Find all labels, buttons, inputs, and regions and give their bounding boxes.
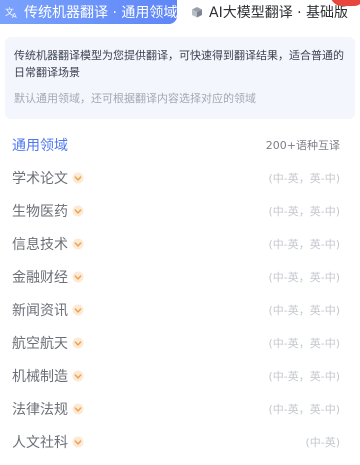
vip-badge-icon (72, 205, 84, 217)
domain-language-pairs: 200+语种互译 (265, 138, 340, 152)
domain-row[interactable]: 机械制造 (中-英，英-中) (0, 359, 360, 392)
description-panel: 传统机器翻译模型为您提供翻译，可快速得到翻译结果，适合普通的日常翻译场景 默认通… (5, 37, 355, 119)
domain-name: 信息技术 (12, 236, 68, 253)
vip-badge-icon (72, 238, 84, 250)
domain-row-left: 机械制造 (12, 366, 84, 386)
translate-icon: 文 A (5, 5, 19, 19)
domain-language-pairs: (中-英，英-中) (268, 204, 340, 218)
mode-tabs: 文 A 传统机器翻译 · 通用领域 AI大模型翻译 · 基础版 (0, 0, 360, 32)
vip-badge-icon (72, 370, 84, 382)
tab-traditional-translation[interactable]: 文 A 传统机器翻译 · 通用领域 (0, 0, 177, 24)
cube-icon (190, 5, 204, 19)
domain-row[interactable]: 法律法规 (中-英，英-中) (0, 392, 360, 425)
tab-traditional-label: 传统机器翻译 · 通用领域 (24, 5, 178, 21)
vip-badge-icon (72, 304, 84, 316)
description-hint: 默认通用领域，还可根据翻译内容选择对应的领域 (14, 92, 256, 105)
vip-badge-icon (72, 172, 84, 184)
domain-row[interactable]: 生物医药 (中-英，英-中) (0, 194, 360, 227)
domain-row-left: 新闻资讯 (12, 300, 84, 320)
domain-name: 金融财经 (12, 269, 68, 286)
domain-name: 新闻资讯 (12, 302, 68, 319)
domain-name: 学术论文 (12, 170, 68, 187)
vip-badge-icon (72, 436, 84, 448)
domain-language-pairs: (中-英，英-中) (268, 336, 340, 350)
domain-row[interactable]: 新闻资讯 (中-英，英-中) (0, 293, 360, 326)
domain-row-left: 生物医药 (12, 201, 84, 221)
domain-name: 通用领域 (12, 137, 68, 154)
translation-domain-panel: 文 A 传统机器翻译 · 通用领域 AI大模型翻译 · 基础版 传统机器翻译模型… (0, 0, 360, 465)
domain-row-left: 法律法规 (12, 399, 84, 419)
vip-badge-icon (72, 271, 84, 283)
domain-name: 机械制造 (12, 368, 68, 385)
svg-text:A: A (12, 13, 17, 19)
domain-row[interactable]: 通用领域 200+语种互译 (0, 128, 360, 161)
domain-row[interactable]: 人文社科 (中-英) (0, 425, 360, 458)
domain-row[interactable]: 学术论文 (中-英，英-中) (0, 161, 360, 194)
domain-row[interactable]: 航空航天 (中-英，英-中) (0, 326, 360, 359)
domain-row-left: 金融财经 (12, 267, 84, 287)
domain-language-pairs: (中-英，英-中) (268, 171, 340, 185)
domain-language-pairs: (中-英，英-中) (268, 237, 340, 251)
domain-row-left: 通用领域 (12, 135, 68, 155)
domain-row-left: 信息技术 (12, 234, 84, 254)
domain-language-pairs: (中-英，英-中) (268, 369, 340, 383)
description-text: 传统机器翻译模型为您提供翻译，可快速得到翻译结果，适合普通的日常翻译场景 (14, 49, 344, 79)
domain-language-pairs: (中-英，英-中) (268, 270, 340, 284)
domain-name: 法律法规 (12, 401, 68, 418)
domain-name: 航空航天 (12, 335, 68, 352)
domain-row[interactable]: 金融财经 (中-英，英-中) (0, 260, 360, 293)
domain-language-pairs: (中-英，英-中) (268, 303, 340, 317)
domain-row-left: 学术论文 (12, 168, 84, 188)
vip-badge-icon (72, 403, 84, 415)
domain-row[interactable]: 信息技术 (中-英，英-中) (0, 227, 360, 260)
domain-language-pairs: (中-英) (305, 435, 340, 449)
vip-badge-icon (72, 337, 84, 349)
domain-row-left: 人文社科 (12, 432, 84, 452)
tab-ai-label: AI大模型翻译 · 基础版 (209, 5, 349, 21)
domain-row-left: 航空航天 (12, 333, 84, 353)
domain-language-pairs: (中-英，英-中) (268, 402, 340, 416)
domain-list: 通用领域 200+语种互译 学术论文 (中-英，英-中) 生物医药 (中-英，英-中) 信息… (0, 128, 360, 458)
domain-name: 生物医药 (12, 203, 68, 220)
tab-ai-translation[interactable]: AI大模型翻译 · 基础版 (190, 0, 360, 24)
domain-name: 人文社科 (12, 434, 68, 451)
